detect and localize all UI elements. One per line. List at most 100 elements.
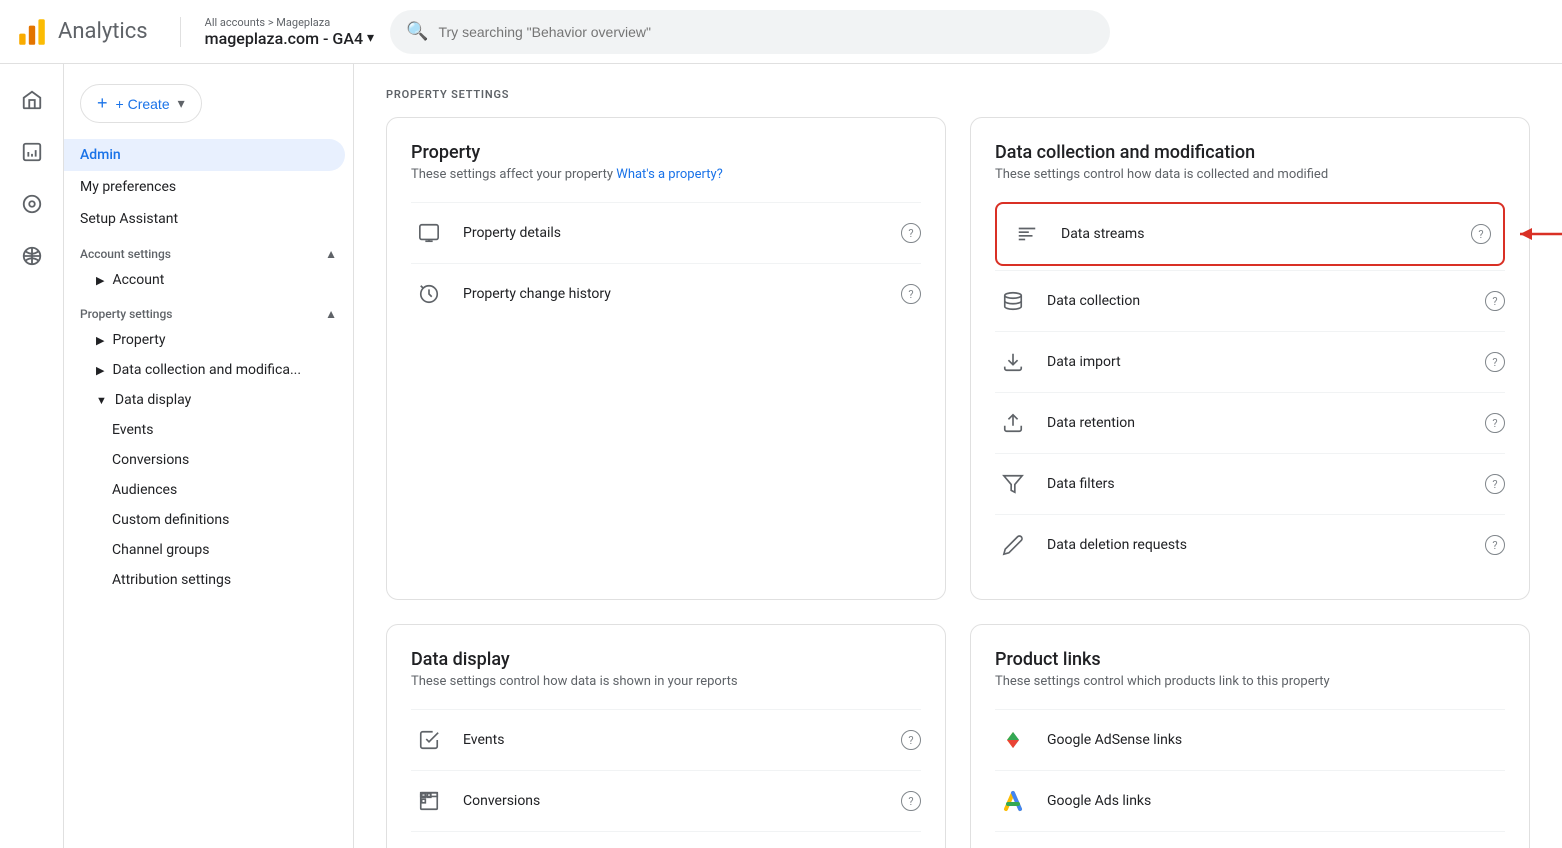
account-settings-section[interactable]: Account settings ▲ — [64, 235, 353, 265]
conversions-icon — [411, 783, 447, 819]
top-cards-row: Property These settings affect your prop… — [386, 117, 1530, 600]
audiences-item[interactable]: Audiences ? — [411, 831, 921, 848]
conversions-item[interactable]: Conversions ? — [411, 770, 921, 831]
property-change-history-label: Property change history — [463, 286, 901, 302]
nav-reports-item[interactable] — [8, 128, 56, 176]
property-change-history-help-icon[interactable]: ? — [901, 284, 921, 304]
data-retention-icon — [995, 405, 1031, 441]
data-filters-icon — [995, 466, 1031, 502]
ad-manager-links-item[interactable]: Ad Manager links — [995, 831, 1505, 848]
sidebar: + + Create ▾ Admin My preferences Setup … — [64, 64, 354, 848]
data-retention-item[interactable]: Data retention ? — [995, 392, 1505, 453]
adsense-links-label: Google AdSense links — [1047, 732, 1505, 748]
sidebar-my-preferences-item[interactable]: My preferences — [64, 171, 345, 203]
admin-label: Admin — [80, 147, 121, 163]
sidebar-account-item[interactable]: ▶ Account — [64, 265, 353, 295]
sidebar-data-display-item[interactable]: ▼ Data display — [64, 385, 353, 415]
reports-icon — [21, 141, 43, 163]
sidebar-setup-assistant-item[interactable]: Setup Assistant — [64, 203, 345, 235]
conversions-label: Conversions — [463, 793, 901, 809]
data-deletion-label: Data deletion requests — [1047, 537, 1485, 553]
data-filters-label: Data filters — [1047, 476, 1485, 492]
create-dropdown-icon: ▾ — [178, 95, 185, 112]
product-links-card-title: Product links — [995, 649, 1505, 670]
data-retention-label: Data retention — [1047, 415, 1485, 431]
data-deletion-item[interactable]: Data deletion requests ? — [995, 514, 1505, 575]
property-change-history-icon — [411, 276, 447, 312]
advertising-icon — [21, 245, 43, 267]
account-dropdown-icon[interactable]: ▾ — [367, 30, 374, 46]
conversions-help-icon[interactable]: ? — [901, 791, 921, 811]
sidebar-audiences-item[interactable]: Audiences — [64, 475, 353, 505]
data-import-icon — [995, 344, 1031, 380]
account-name: mageplaza.com - GA4 ▾ — [205, 29, 374, 48]
account-label: Account — [112, 272, 164, 288]
data-collection-label: Data collection and modifica... — [112, 362, 301, 378]
property-details-item[interactable]: Property details ? — [411, 202, 921, 263]
adsense-links-item[interactable]: Google AdSense links — [995, 709, 1505, 770]
data-import-label: Data import — [1047, 354, 1485, 370]
events-label: Events — [463, 732, 901, 748]
channel-groups-label: Channel groups — [112, 542, 209, 558]
audiences-label: Audiences — [112, 482, 177, 498]
data-filters-item[interactable]: Data filters ? — [995, 453, 1505, 514]
sidebar-channel-groups-item[interactable]: Channel groups — [64, 535, 353, 565]
custom-definitions-label: Custom definitions — [112, 512, 229, 528]
analytics-logo-icon — [16, 16, 48, 48]
data-display-card: Data display These settings control how … — [386, 624, 946, 848]
product-links-card: Product links These settings control whi… — [970, 624, 1530, 848]
whats-property-link[interactable]: What's a property? — [616, 167, 722, 182]
data-collection-icon — [995, 283, 1031, 319]
property-settings-section-label: PROPERTY SETTINGS — [386, 88, 1530, 101]
data-retention-help-icon[interactable]: ? — [1485, 413, 1505, 433]
create-plus-icon: + — [97, 93, 108, 114]
home-icon — [21, 89, 43, 111]
sidebar-events-item[interactable]: Events — [64, 415, 353, 445]
attribution-settings-label: Attribution settings — [112, 572, 231, 588]
red-arrow-annotation — [1510, 219, 1562, 249]
search-input[interactable] — [438, 24, 1094, 40]
sidebar-admin-item[interactable]: Admin — [64, 139, 345, 171]
property-card-title: Property — [411, 142, 921, 163]
events-item[interactable]: Events ? — [411, 709, 921, 770]
data-streams-item[interactable]: Data streams ? — [995, 202, 1505, 266]
setup-assistant-label: Setup Assistant — [80, 211, 178, 227]
property-change-history-item[interactable]: Property change history ? — [411, 263, 921, 324]
sidebar-data-collection-item[interactable]: ▶ Data collection and modifica... — [64, 355, 353, 385]
data-collection-help-icon[interactable]: ? — [1485, 291, 1505, 311]
google-ads-links-item[interactable]: Google Ads links — [995, 770, 1505, 831]
data-streams-help-icon[interactable]: ? — [1471, 224, 1491, 244]
account-breadcrumb: All accounts > Mageplaza — [205, 16, 374, 29]
property-details-help-icon[interactable]: ? — [901, 223, 921, 243]
sidebar-property-item[interactable]: ▶ Property — [64, 325, 353, 355]
adsense-logo-icon — [995, 722, 1031, 758]
sidebar-custom-definitions-item[interactable]: Custom definitions — [64, 505, 353, 535]
sidebar-attribution-settings-item[interactable]: Attribution settings — [64, 565, 353, 595]
explore-icon — [21, 193, 43, 215]
data-import-item[interactable]: Data import ? — [995, 331, 1505, 392]
google-ads-links-label: Google Ads links — [1047, 793, 1505, 809]
account-selector[interactable]: All accounts > Mageplaza mageplaza.com -… — [205, 16, 374, 48]
data-display-card-title: Data display — [411, 649, 921, 670]
data-collection-item[interactable]: Data collection ? — [995, 270, 1505, 331]
data-filters-help-icon[interactable]: ? — [1485, 474, 1505, 494]
nav-explore-item[interactable] — [8, 180, 56, 228]
sidebar-conversions-item[interactable]: Conversions — [64, 445, 353, 475]
property-settings-section[interactable]: Property settings ▲ — [64, 295, 353, 325]
data-display-card-subtitle: These settings control how data is shown… — [411, 674, 921, 689]
account-settings-chevron: ▲ — [325, 247, 337, 261]
bottom-cards-row: Data display These settings control how … — [386, 624, 1530, 848]
property-label: Property — [112, 332, 165, 348]
data-collection-card-title: Data collection and modification — [995, 142, 1505, 163]
create-button[interactable]: + + Create ▾ — [80, 84, 202, 123]
data-deletion-icon — [995, 527, 1031, 563]
data-display-expand-icon: ▼ — [96, 394, 107, 407]
data-deletion-help-icon[interactable]: ? — [1485, 535, 1505, 555]
main-content: PROPERTY SETTINGS Property These setting… — [354, 64, 1562, 848]
search-bar[interactable]: 🔍 — [390, 10, 1110, 54]
account-expand-icon: ▶ — [96, 274, 104, 287]
nav-home-item[interactable] — [8, 76, 56, 124]
events-help-icon[interactable]: ? — [901, 730, 921, 750]
nav-advertising-item[interactable] — [8, 232, 56, 280]
data-import-help-icon[interactable]: ? — [1485, 352, 1505, 372]
